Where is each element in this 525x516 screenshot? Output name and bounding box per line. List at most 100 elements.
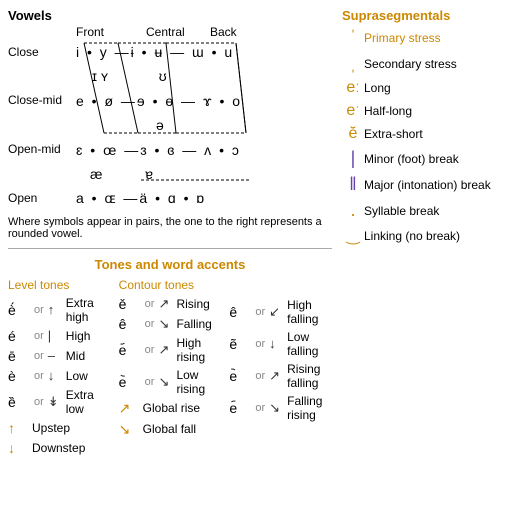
- major-break-sym: ‖: [342, 174, 364, 195]
- supraseg-primary: ˈ Primary stress: [342, 27, 517, 48]
- tone-fr-label: Falling rising: [287, 394, 332, 422]
- tone-hf-label: High falling: [287, 298, 332, 326]
- tone-sym-1: è́: [8, 302, 30, 318]
- supraseg-extra-short: ĕ Extra-short: [342, 125, 517, 143]
- tone-label-3: Mid: [66, 349, 85, 363]
- tone-arrow-2: |: [48, 328, 64, 343]
- tone-rf-sym: e᷆: [229, 368, 251, 384]
- tone-arrow-3: –: [48, 348, 64, 363]
- tone-global-rise-sym: ↗: [119, 400, 141, 417]
- tone-high-falling: ê or ↙ High falling: [229, 298, 332, 326]
- tone-label-5: Extra low: [66, 388, 111, 416]
- minor-break-sym: |: [342, 148, 364, 169]
- right-panel: Suprasegmentals ˈ Primary stress ˌ Secon…: [342, 8, 517, 460]
- left-panel: Vowels Front Central Back: [8, 8, 332, 460]
- supraseg-major-break: ‖ Major (intonation) break: [342, 174, 517, 195]
- tone-sym-5: ȅ: [8, 394, 30, 410]
- tone-sym-4: è: [8, 368, 30, 384]
- level-tones-col: Level tones è́ or ↑ Extra high é or | H…: [8, 278, 111, 460]
- open-label: Open: [8, 189, 76, 208]
- sub-close-row: ɪ ʏ ʊ: [8, 65, 332, 87]
- tone-low: è or ↓ Low: [8, 368, 111, 384]
- tone-global-fall-label: Global fall: [143, 422, 196, 436]
- extra-short-sym: ĕ: [342, 125, 364, 143]
- tone-rf-label: Rising falling: [287, 362, 332, 390]
- supraseg-title: Suprasegmentals: [342, 8, 517, 23]
- secondary-stress-label: Secondary stress: [364, 57, 457, 71]
- tone-label-2: High: [66, 329, 91, 343]
- open-symbols: a • ɶ —ä • ɑ • ɒ: [76, 187, 206, 209]
- tone-hf-sym: ê: [229, 304, 251, 320]
- close-mid-label: Close-mid: [8, 91, 76, 110]
- close-label: Close: [8, 43, 76, 62]
- secondary-stress-sym: ˌ: [342, 53, 364, 74]
- supraseg-syllable-break: . Syllable break: [342, 200, 517, 221]
- tone-arrow-4: ↓: [48, 368, 64, 383]
- col-front: Front: [76, 25, 146, 39]
- tone-sym-3: ē: [8, 348, 30, 364]
- open-mid-symbols: ɛ • œ —ɜ • ɞ — ʌ • ɔ: [76, 139, 241, 161]
- tone-falling-arrow: ↘: [158, 316, 174, 332]
- tone-high-rising: e᷄ or ↗ High rising: [119, 336, 222, 364]
- tone-rising-label: Rising: [176, 297, 209, 311]
- supraseg-half-long: eˑ Half-long: [342, 102, 517, 120]
- supraseg-minor-break: | Minor (foot) break: [342, 148, 517, 169]
- sub-close-symbols: ɪ ʏ ʊ: [76, 65, 167, 87]
- tone-high-rising-label: High rising: [176, 336, 221, 364]
- supraseg-linking: ‿ Linking (no break): [342, 226, 517, 246]
- supraseg-long: eː Long: [342, 79, 517, 97]
- tones-grid: Level tones è́ or ↑ Extra high é or | H…: [8, 278, 332, 460]
- primary-stress-sym: ˈ: [342, 27, 364, 48]
- tone-low-rising-sym: e᷅: [119, 374, 141, 390]
- col-back: Back: [210, 25, 237, 39]
- tone-low-rising-label: Low rising: [176, 368, 221, 396]
- open-mid-label: Open-mid: [8, 140, 76, 159]
- tone-fr-arrow: ↘: [269, 400, 285, 416]
- tone-falling-rising: e᷇ or ↘ Falling rising: [229, 394, 332, 422]
- tone-downstep: ↓ Downstep: [8, 440, 111, 456]
- tone-extra-high: è́ or ↑ Extra high: [8, 296, 111, 324]
- syllable-break-label: Syllable break: [364, 204, 439, 218]
- tone-label-4: Low: [66, 369, 88, 383]
- tone-lf-sym: ẽ: [229, 336, 251, 352]
- tone-upstep: ↑ Upstep: [8, 420, 111, 436]
- tone-up-arrow: ↑: [8, 420, 30, 436]
- tone-low-falling: ẽ or ↓ Low falling: [229, 330, 332, 358]
- tone-global-rise: ↗ Global rise: [119, 400, 222, 417]
- tone-downstep-label: Downstep: [32, 441, 85, 455]
- tone-global-fall: ↘ Global fall: [119, 421, 222, 438]
- tone-hf-arrow: ↙: [269, 304, 285, 320]
- close-mid-row: Close-mid e • ø —ɘ • ɵ — ɤ • o: [8, 90, 332, 112]
- long-sym: eː: [342, 79, 364, 97]
- tones-title: Tones and word accents: [8, 257, 332, 272]
- tone-upstep-label: Upstep: [32, 421, 70, 435]
- ae-row: æ ɐ: [8, 163, 332, 185]
- schwa-symbol: ə: [76, 114, 164, 136]
- major-break-label: Major (intonation) break: [364, 178, 491, 192]
- tone-falling-label: Falling: [176, 317, 211, 331]
- tone-high-rising-arrow: ↗: [158, 342, 174, 358]
- tone-falling: ê or ↘ Falling: [119, 316, 222, 332]
- tone-lf-label: Low falling: [287, 330, 332, 358]
- tone-down-arrow: ↓: [8, 440, 30, 456]
- close-row: Close i • y —ɨ • ʉ — ɯ • u: [8, 41, 332, 63]
- long-label: Long: [364, 81, 391, 95]
- linking-sym: ‿: [342, 226, 364, 246]
- tone-rising-falling: e᷆ or ↗ Rising falling: [229, 362, 332, 390]
- tone-global-fall-sym: ↘: [119, 421, 141, 438]
- minor-break-label: Minor (foot) break: [364, 152, 459, 166]
- open-row: Open a • ɶ —ä • ɑ • ɒ: [8, 187, 332, 209]
- tone-rising-arrow: ↗: [158, 296, 174, 312]
- vowel-note: Where symbols appear in pairs, the one t…: [8, 216, 332, 240]
- vowels-title: Vowels: [8, 8, 332, 23]
- tone-rising-sym: ě: [119, 296, 141, 312]
- close-symbols: i • y —ɨ • ʉ — ɯ • u: [76, 41, 234, 63]
- main-container: Vowels Front Central Back: [8, 8, 517, 460]
- tone-arrow-1: ↑: [48, 302, 64, 317]
- tone-low-rising: e᷅ or ↘ Low rising: [119, 368, 222, 396]
- primary-stress-label: Primary stress: [364, 31, 441, 45]
- col-central: Central: [146, 25, 210, 39]
- level-tones-title: Level tones: [8, 278, 111, 292]
- contour-tones-title: Contour tones: [119, 278, 222, 292]
- tone-extra-low: ȅ or ↡ Extra low: [8, 388, 111, 416]
